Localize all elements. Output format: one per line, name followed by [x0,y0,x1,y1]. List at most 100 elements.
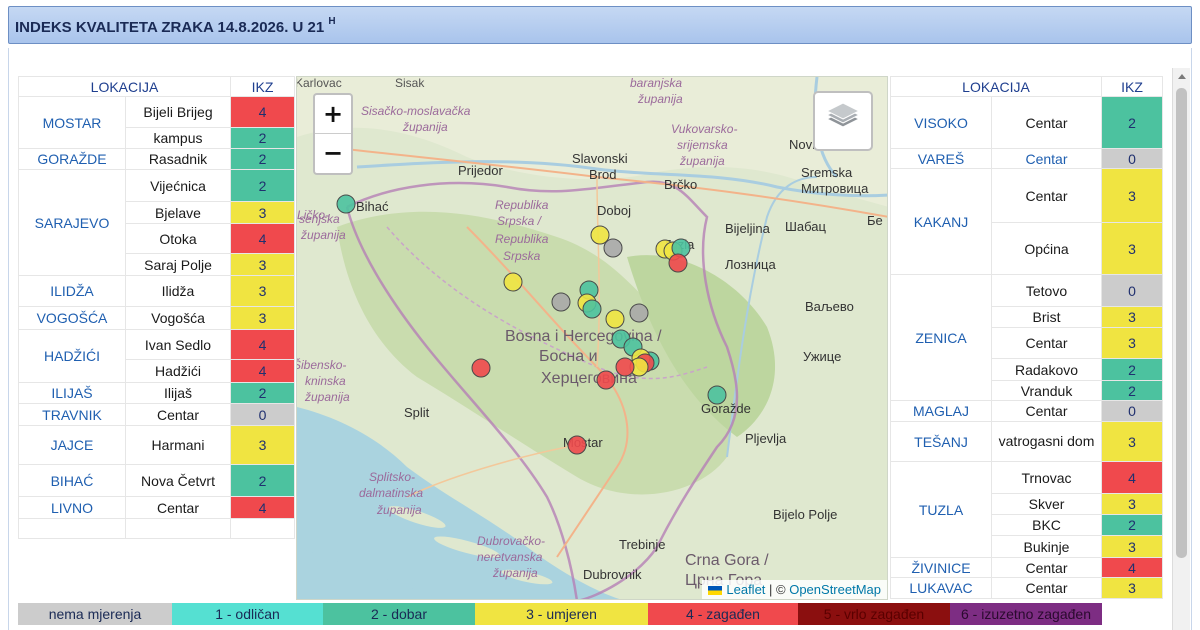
vertical-scrollbar[interactable] [1172,68,1190,630]
station-marker[interactable] [615,357,635,377]
ikz-value: 3 [230,253,296,276]
site-name: Saraj Polje [124,253,232,276]
legend-item-excellent: 1 - odličan [172,603,323,625]
ikz-value: 3 [1101,493,1164,515]
legend-item-good: 2 - dobar [323,603,475,625]
column-header-ikz: IKZ [230,76,296,97]
ikz-value: 4 [1101,461,1164,494]
ikz-legend: nema mjerenja 1 - odličan 2 - dobar 3 - … [18,603,1102,625]
zoom-out-button[interactable]: − [315,134,351,173]
column-header-ikz: IKZ [1101,76,1164,97]
site-name: Skver [990,493,1103,515]
ikz-value: 3 [1101,327,1164,359]
city-ilijas: ILIJAŠ [18,382,126,404]
page-title: INDEKS KVALITETA ZRAKA 14.8.2026. U 21 H [8,6,1192,44]
city-livno: LIVNO [18,496,126,519]
leaflet-link[interactable]: Leaflet [726,582,765,597]
site-name: Trnovac [990,461,1103,494]
ikz-value: 4 [230,359,296,383]
ikz-value: 0 [1101,274,1164,307]
ikz-value: 4 [1101,557,1164,578]
scrollbar-thumb[interactable] [1176,88,1187,558]
station-marker[interactable] [567,435,587,455]
ikz-value: 2 [1101,96,1164,149]
station-marker[interactable] [596,370,616,390]
layers-icon [825,102,861,128]
city-zenica: ZENICA [890,274,992,401]
ikz-value: 3 [230,306,296,330]
site-name: Centar [124,403,232,426]
site-name: Centar [990,557,1103,578]
station-marker[interactable] [582,299,602,319]
site-name: Centar [124,496,232,519]
right-locations-table: LOKACIJA IKZ VISOKO Centar 2 VAREŠ Centa… [889,76,1164,599]
ikz-value: 0 [1101,400,1164,422]
ikz-value: 3 [1101,421,1164,462]
air-quality-map[interactable]: Karlovac Sisak Sisačko-moslavačka župani… [296,76,888,600]
site-name: Radakovo [990,358,1103,381]
city-hadzici: HADŽIĆI [18,329,126,383]
site-name: Bijeli Brijeg [124,96,232,128]
city-lukavac: LUKAVAC [890,577,992,599]
site-name: Hadžići [124,359,232,383]
openstreetmap-link[interactable]: OpenStreetMap [789,582,881,597]
ikz-value: 2 [230,464,296,497]
site-name: Centar [990,96,1103,149]
scroll-up-icon[interactable] [1178,74,1186,79]
empty-cell [124,518,232,539]
ikz-value: 2 [230,382,296,404]
site-name: Tetovo [990,274,1103,307]
ikz-value: 2 [230,148,296,170]
site-name: Vijećnica [124,169,232,202]
ikz-value: 2 [1101,380,1164,401]
city-bihac: BIHAĆ [18,464,126,497]
city-travnik: TRAVNIK [18,403,126,426]
city-vares: VAREŠ [890,148,992,169]
site-name: Brist [990,306,1103,328]
legend-item-no-measurement: nema mjerenja [18,603,172,625]
ikz-value: 4 [230,329,296,360]
ikz-value: 3 [230,201,296,224]
site-name: vatrogasni dom [990,421,1103,462]
site-name: Nova Četvrt [124,464,232,497]
site-name: kampus [124,127,232,149]
station-marker[interactable] [551,292,571,312]
site-name: Ilidža [124,275,232,307]
site-name: Općina [990,222,1103,275]
station-marker[interactable] [336,194,356,214]
station-markers [336,194,727,455]
ikz-value: 4 [230,496,296,519]
station-marker[interactable] [503,272,523,292]
ikz-value: 3 [1101,306,1164,328]
station-marker[interactable] [471,358,491,378]
city-sarajevo: SARAJEVO [18,169,126,276]
layers-button[interactable] [813,91,873,151]
station-marker[interactable] [605,309,625,329]
ikz-value: 2 [230,127,296,149]
zoom-control: + − [313,93,353,175]
site-name: Ivan Sedlo [124,329,232,360]
site-name: Vogošća [124,306,232,330]
station-marker[interactable] [629,303,649,323]
city-visoko: VISOKO [890,96,992,149]
zoom-in-button[interactable]: + [315,95,351,134]
city-zivinice: ŽIVINICE [890,557,992,578]
station-marker[interactable] [707,385,727,405]
ikz-value: 2 [1101,514,1164,536]
station-marker[interactable] [603,238,623,258]
site-name: Centar [990,148,1103,169]
ukraine-flag-icon [708,586,723,595]
map-attribution: Leaflet | © OpenStreetMap [702,580,887,599]
station-marker[interactable] [668,253,688,273]
site-name: Centar [990,327,1103,359]
legend-item-very-polluted: 5 - vrlo zagađen [798,603,950,625]
city-tesanj: TEŠANJ [890,421,992,462]
site-name: Harmani [124,425,232,465]
site-name: Bjelave [124,201,232,224]
site-name: Otoka [124,223,232,254]
ikz-value: 0 [1101,148,1164,169]
city-ilidza: ILIDŽA [18,275,126,307]
city-gorazde: GORAŽDE [18,148,126,170]
site-name: Centar [990,400,1103,422]
ikz-value: 2 [230,169,296,202]
